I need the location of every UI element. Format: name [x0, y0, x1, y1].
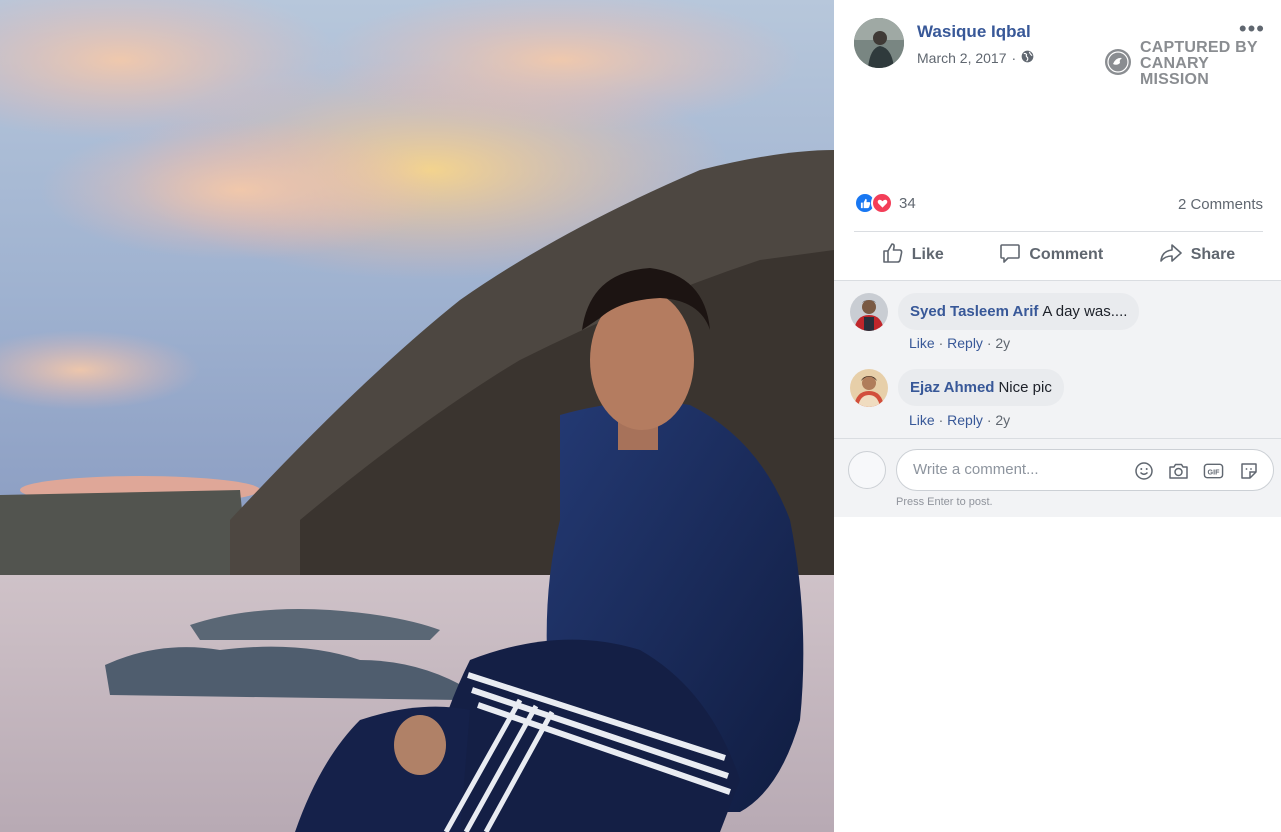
comment-label: Comment [1029, 246, 1104, 263]
watermark-text: CAPTURED BY CANARY MISSION [1140, 40, 1281, 88]
svg-text:GIF: GIF [1208, 468, 1221, 476]
comment-actions: Like · Reply · 2y [909, 412, 1010, 428]
share-label: Share [1190, 246, 1236, 263]
more-options-icon[interactable]: ••• [1239, 18, 1265, 40]
post-header: Wasique Iqbal March 2, 2017 · ••• CAPTUR… [854, 18, 1281, 88]
comment-reply-link[interactable]: Reply [947, 335, 983, 351]
thumbs-up-icon [882, 242, 904, 269]
comment-text: A day was.... [1042, 303, 1128, 320]
comment-bubble-icon [999, 242, 1021, 269]
link-separator: · [938, 335, 944, 351]
commenter-name[interactable]: Syed Tasleem Arif [910, 303, 1038, 320]
comment-age[interactable]: 2y [995, 335, 1010, 351]
canary-watermark: CAPTURED BY CANARY MISSION [1104, 40, 1281, 88]
watermark-line1: CAPTURED BY [1140, 39, 1258, 56]
share-arrow-icon [1159, 242, 1183, 269]
globe-icon [1021, 50, 1034, 66]
comment-actions: Like · Reply · 2y [909, 335, 1010, 351]
post-author-name[interactable]: Wasique Iqbal [917, 22, 1031, 42]
post-actions-bar: Like Comment Share [854, 232, 1263, 278]
comments-section: Syed Tasleem Arif A day was.... Like · Re… [834, 280, 1281, 517]
canary-bird-icon [1104, 48, 1132, 81]
viewer-avatar [848, 451, 886, 489]
comment-button[interactable]: Comment [999, 242, 1103, 269]
post-date[interactable]: March 2, 2017 [917, 50, 1007, 66]
reactions-summary[interactable]: 34 [854, 192, 916, 214]
gif-icon[interactable]: GIF [1203, 460, 1224, 481]
commenter-avatar[interactable] [850, 293, 888, 331]
link-separator: · [986, 412, 992, 428]
comments-count-link[interactable]: 2 Comments [1178, 196, 1263, 213]
photo-illustration [0, 0, 834, 832]
comment-input-box[interactable]: GIF [896, 449, 1274, 491]
link-separator: · [938, 412, 944, 428]
comment-input[interactable] [911, 460, 1115, 479]
commenter-name[interactable]: Ejaz Ahmed [910, 379, 994, 396]
commenter-avatar[interactable] [850, 369, 888, 407]
composer-icons: GIF [1133, 460, 1259, 481]
comment-bubble: Syed Tasleem Arif A day was.... [898, 293, 1140, 330]
emoji-icon[interactable] [1133, 460, 1154, 481]
comment-reply-link[interactable]: Reply [947, 412, 983, 428]
avatar-image [854, 18, 904, 68]
comment-composer: GIF Press Enter to post. [834, 438, 1281, 517]
comment-like-link[interactable]: Like [909, 412, 935, 428]
like-button[interactable]: Like [882, 242, 944, 269]
link-separator: · [986, 335, 992, 351]
camera-icon[interactable] [1168, 460, 1189, 481]
sticker-icon[interactable] [1238, 460, 1259, 481]
comment-bubble: Ejaz Ahmed Nice pic [898, 369, 1064, 406]
press-enter-hint: Press Enter to post. [896, 496, 993, 508]
reaction-count: 34 [899, 194, 916, 212]
post-photo[interactable] [0, 0, 834, 832]
love-reaction-icon [871, 192, 893, 214]
post-panel: Wasique Iqbal March 2, 2017 · ••• CAPTUR… [834, 0, 1281, 832]
post-meta: March 2, 2017 · [917, 50, 1034, 66]
comment-like-link[interactable]: Like [909, 335, 935, 351]
watermark-line2: CANARY MISSION [1140, 55, 1209, 88]
author-avatar[interactable] [854, 18, 904, 68]
share-button[interactable]: Share [1159, 242, 1235, 269]
comment-text: Nice pic [998, 379, 1052, 396]
meta-separator: · [1011, 50, 1017, 66]
comment-age[interactable]: 2y [995, 412, 1010, 428]
like-label: Like [911, 246, 944, 263]
